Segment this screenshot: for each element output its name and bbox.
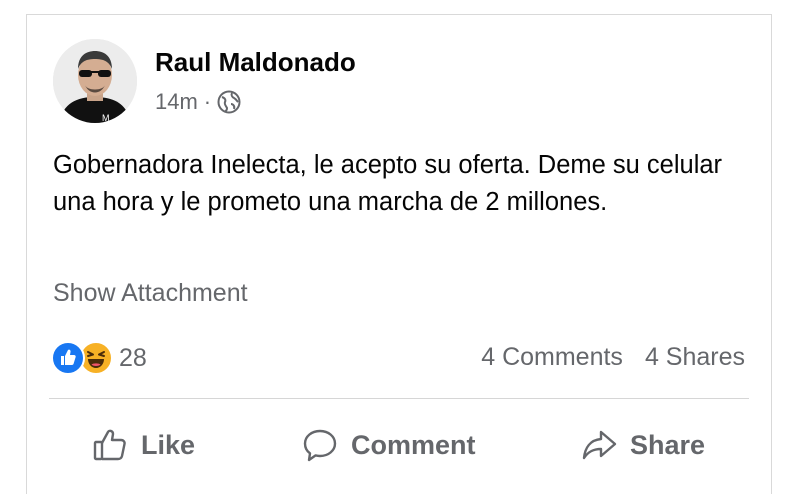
post-stats: 4 Comments 4 Shares: [481, 343, 745, 372]
show-attachment-link[interactable]: Show Attachment: [53, 279, 248, 308]
comment-icon: [303, 429, 337, 462]
comments-count-link[interactable]: 4 Comments: [481, 343, 623, 372]
reaction-count: 28: [119, 343, 147, 372]
action-bar: Like Comment Share: [27, 417, 771, 473]
comment-button[interactable]: Comment: [301, 417, 476, 473]
meta-separator: ·: [203, 89, 212, 114]
comment-label: Comment: [351, 429, 476, 460]
avatar[interactable]: M: [53, 39, 137, 123]
share-button[interactable]: Share: [580, 417, 705, 473]
share-icon: [582, 430, 617, 460]
share-label: Share: [630, 429, 706, 460]
post-text: Gobernadora Inelecta, le acepto su ofert…: [53, 151, 723, 216]
globe-icon[interactable]: [217, 90, 241, 114]
post-time[interactable]: 14m: [155, 89, 198, 115]
shares-count-link[interactable]: 4 Shares: [645, 343, 745, 372]
reactions-summary[interactable]: 28: [51, 341, 147, 375]
like-reaction-icon: [51, 341, 85, 375]
avatar-photo: M: [53, 39, 137, 123]
author-name[interactable]: Raul Maldonado: [155, 47, 356, 78]
like-icon: [93, 429, 126, 461]
like-button[interactable]: Like: [91, 417, 195, 473]
divider: [49, 398, 749, 399]
svg-text:M: M: [102, 113, 110, 123]
post-meta: 14m ·: [155, 89, 241, 115]
like-label: Like: [141, 429, 196, 460]
post-card: M Raul Maldonado 14m · Gobernadora Inele…: [26, 14, 772, 494]
